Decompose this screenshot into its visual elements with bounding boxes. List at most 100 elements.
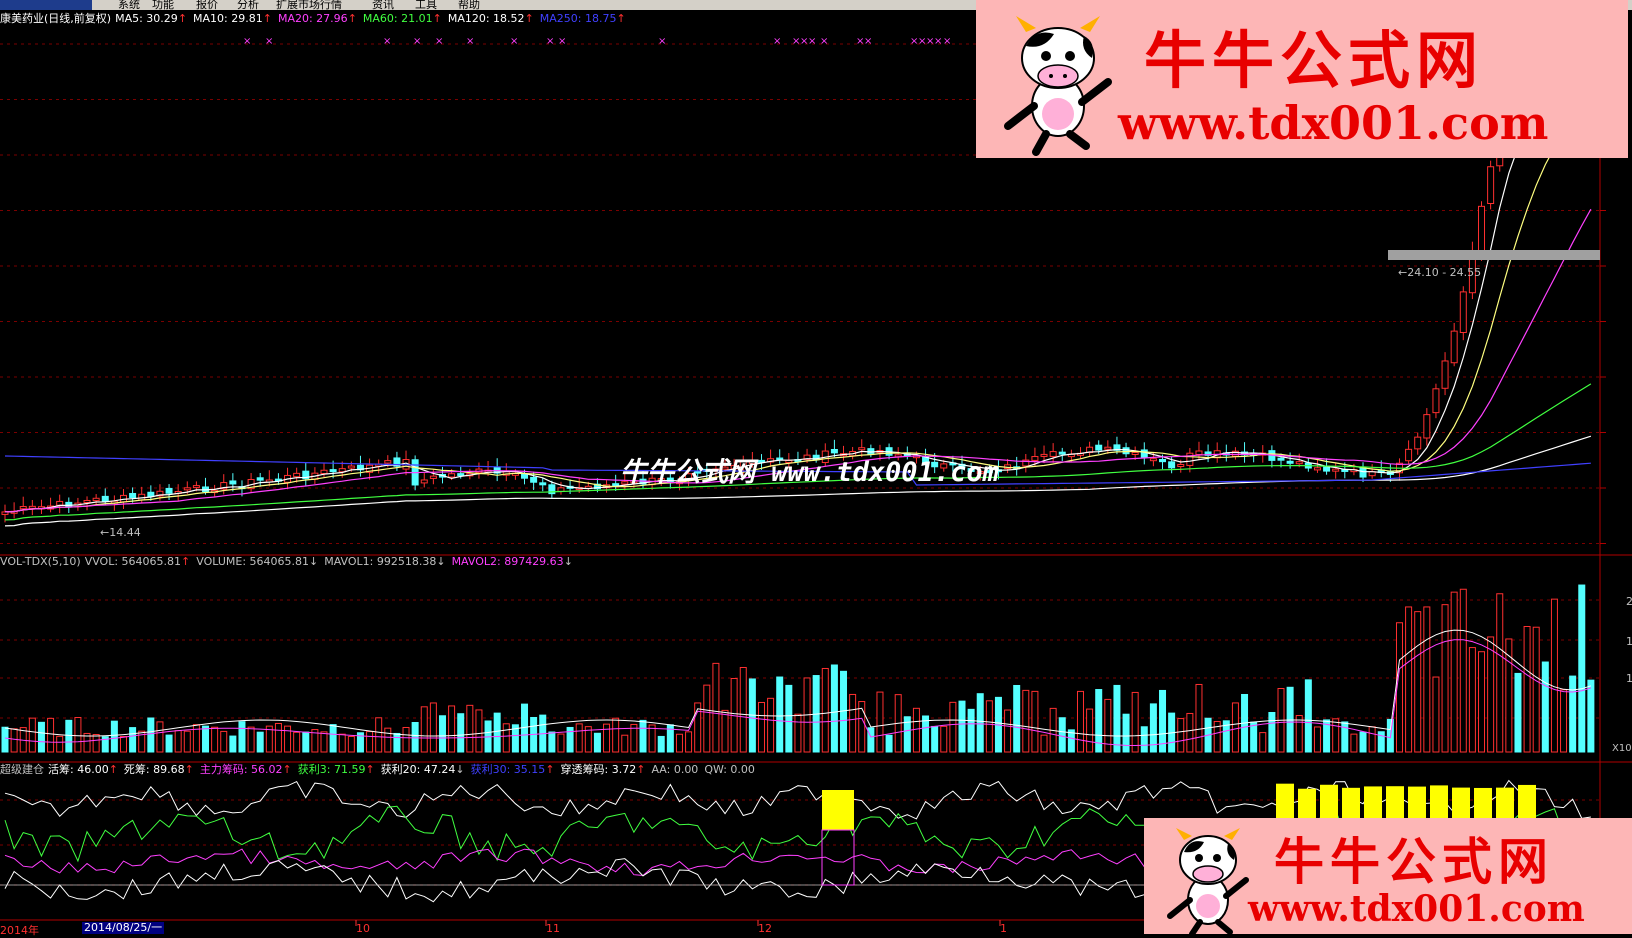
volume-bar: [967, 708, 975, 753]
volume-bar: [1195, 683, 1203, 753]
ma-legend-item-value: MA250: 18.75: [539, 12, 617, 25]
candle: [92, 497, 100, 502]
indicator-name[interactable]: 超级建仓: [0, 763, 44, 776]
ma-legend-item-4: MA120: 18.52↑: [448, 12, 534, 25]
candle: [1177, 463, 1185, 467]
candle: [448, 473, 456, 478]
volume-bar: [776, 676, 784, 753]
volume-bar: [1432, 676, 1440, 753]
indicator-legend-item-0: 活筹: 46.00↑: [48, 763, 118, 776]
indicator-legend-item-1: 死筹: 89.68↑: [124, 763, 194, 776]
candle: [165, 487, 173, 494]
volume-indicator-name[interactable]: VOL-TDX(5,10): [0, 555, 81, 568]
candle: [1432, 388, 1440, 414]
date-axis-year: 2014年: [0, 924, 39, 937]
volume-bar: [1368, 726, 1376, 753]
bottom-ad-banner[interactable]: 牛牛公式网 www.tdx001.com: [1144, 818, 1632, 934]
volume-bar: [375, 717, 383, 753]
arrow-down-icon: ↓: [309, 555, 319, 568]
volume-bar: [448, 705, 456, 753]
cow-icon: [1004, 16, 1112, 156]
volume-bar: [1295, 715, 1303, 753]
indicator-legend-item-value: 穿透筹码: 3.72: [560, 763, 637, 776]
volume-bar: [457, 713, 465, 753]
candle: [384, 460, 392, 464]
volume-bar: [794, 713, 802, 753]
candle: [56, 500, 64, 506]
signal-marker: ×: [864, 36, 872, 47]
volume-bar: [1550, 598, 1558, 753]
candle: [28, 505, 36, 509]
volume-axis-label: 1: [1626, 635, 1632, 648]
volume-bar: [557, 733, 565, 753]
top-ad-banner[interactable]: 牛牛公式网 www.tdx001.com: [976, 0, 1628, 158]
arrow-up-icon: ↑: [616, 12, 626, 25]
candle: [1149, 458, 1157, 462]
volume-bar: [302, 731, 310, 753]
candle: [293, 472, 301, 478]
volume-legend-item-value: MAVOL1: 992518.38: [324, 555, 437, 568]
volume-legend-item-0: VVOL: 564065.81↑: [85, 555, 191, 568]
volume-bar: [119, 736, 127, 753]
volume-bar: [92, 734, 100, 753]
candle: [457, 473, 465, 477]
volume-bar: [593, 732, 601, 753]
candle: [429, 475, 437, 479]
volume-bar: [876, 691, 884, 753]
ma-legend-item-3: MA60: 21.01↑: [363, 12, 442, 25]
volume-bar: [1159, 689, 1167, 753]
arrow-up-icon: ↑: [545, 763, 555, 776]
volume-bar: [958, 700, 966, 753]
volume-bar: [28, 717, 36, 753]
volume-bar: [393, 732, 401, 753]
date-axis-month: 12: [758, 922, 772, 935]
candle: [1140, 449, 1148, 458]
candle: [1450, 330, 1458, 364]
volume-bar: [1350, 733, 1358, 753]
arrow-down-icon: ↓: [563, 555, 573, 568]
banner-url[interactable]: www.tdx001.com: [1118, 96, 1548, 150]
candle: [612, 483, 620, 487]
signal-marker: ×: [546, 36, 554, 47]
volume-bar: [475, 709, 483, 753]
candle: [1049, 451, 1057, 457]
indicator-legend-item-6: 穿透筹码: 3.72↑: [561, 763, 646, 776]
ma-legend-item-value: MA20: 27.96: [277, 12, 348, 25]
volume-legend-item-value: MAVOL2: 897429.63: [451, 555, 564, 568]
signal-block: [822, 790, 854, 830]
volume-bar: [129, 727, 137, 753]
volume-bar: [548, 731, 556, 753]
volume-bar: [284, 725, 292, 753]
banner-url[interactable]: www.tdx001.com: [1248, 888, 1585, 930]
volume-bar: [976, 693, 984, 753]
signal-marker: ×: [510, 36, 518, 47]
volume-bar: [1541, 661, 1549, 753]
volume-bar: [1031, 690, 1039, 753]
volume-bar: [1569, 675, 1577, 753]
volume-bar: [885, 734, 893, 753]
volume-bar: [1140, 726, 1148, 753]
indicator-legend-item-5: 获利30: 35.15↑: [471, 763, 555, 776]
candle: [1040, 453, 1048, 457]
volume-bar: [56, 735, 64, 753]
volume-bar: [821, 667, 829, 753]
indicator-legend: 超级建仓 活筹: 46.00↑ 死筹: 89.68↑ 主力筹码: 56.02↑ 获利3:…: [0, 763, 767, 777]
candle: [1295, 461, 1303, 465]
ma-legend-item-value: MA10: 29.81: [193, 12, 263, 25]
signal-marker: ×: [773, 36, 781, 47]
candle: [1277, 457, 1285, 461]
volume-bar: [1113, 684, 1121, 753]
volume-bar: [1578, 584, 1586, 753]
volume-bar: [420, 706, 428, 753]
volume-bar: [1405, 606, 1413, 753]
indicator-legend-item-value: 活筹: 46.00: [48, 763, 109, 776]
volume-bar: [612, 717, 620, 753]
volume-bar: [1131, 691, 1139, 753]
candle: [1131, 451, 1139, 455]
candle: [347, 465, 355, 469]
signal-marker: ×: [265, 36, 273, 47]
arrow-up-icon: ↑: [636, 763, 646, 776]
candle: [530, 476, 538, 483]
price-range-label: ←24.10 - 24.55: [1398, 266, 1482, 279]
candle: [1423, 414, 1431, 439]
